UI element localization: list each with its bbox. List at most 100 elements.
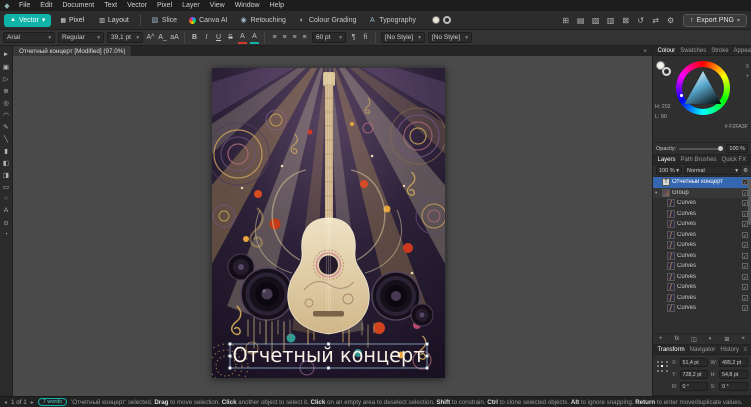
symbols-icon[interactable]: ▧ bbox=[589, 14, 602, 27]
paragraph-icon[interactable]: ¶ bbox=[349, 32, 358, 44]
document-tab[interactable]: Отчетный концерт [Modified] (97.0%) bbox=[13, 46, 132, 56]
blend-options-icon[interactable]: ⚙ bbox=[743, 168, 748, 174]
tab-transform[interactable]: Transform bbox=[655, 345, 687, 355]
export-png-button[interactable]: ↑ Export PNG ▾ bbox=[683, 14, 747, 27]
align-left-icon[interactable]: ≡ bbox=[270, 32, 279, 44]
menu-item-pixel[interactable]: Pixel bbox=[152, 0, 177, 11]
artboard-tool[interactable]: ▣ bbox=[1, 62, 12, 71]
transform-value-x[interactable]: 51,4 pt bbox=[680, 358, 709, 367]
transform-value-y[interactable]: 728,2 pt bbox=[680, 370, 709, 379]
menu-item-vector[interactable]: Vector bbox=[122, 0, 152, 11]
opacity-value[interactable]: 100 % bbox=[726, 144, 748, 153]
menu-item-file[interactable]: File bbox=[14, 0, 35, 11]
tab-layers[interactable]: Layers bbox=[655, 155, 678, 165]
layer-row-curves[interactable]: ʃCurves✓ bbox=[653, 240, 751, 251]
pen-tool[interactable]: ✎ bbox=[1, 122, 12, 131]
vector-brush-tool[interactable]: ▮ bbox=[1, 146, 12, 155]
tab-swatches[interactable]: Swatches bbox=[678, 46, 709, 56]
layout-persona-button[interactable]: ▥ Layout bbox=[93, 14, 135, 27]
ligatures-button[interactable]: fi bbox=[361, 32, 370, 44]
group-layers-icon[interactable]: ⊞ bbox=[724, 336, 729, 343]
tab-navigator[interactable]: Navigator bbox=[687, 345, 718, 355]
layer-row-отчетный-концерт[interactable]: TОтчетный концерт✓ bbox=[653, 177, 751, 188]
opacity-slider[interactable] bbox=[679, 148, 723, 150]
layer-row-group[interactable]: ▾Group✓ bbox=[653, 188, 751, 199]
layer-row-curves[interactable]: ʃCurves✓ bbox=[653, 230, 751, 241]
highlight-colour-button[interactable]: A bbox=[250, 32, 259, 44]
layer-row-curves[interactable]: ʃCurves✓ bbox=[653, 272, 751, 283]
layer-opacity-select[interactable]: 100 % ▾ bbox=[656, 166, 682, 175]
bold-button[interactable]: B bbox=[190, 32, 199, 44]
colour-picker-tool[interactable]: ⊙ bbox=[1, 218, 12, 227]
vector-persona-button[interactable]: ▲ Vector ▾ bbox=[4, 14, 51, 27]
transparency-tool[interactable]: ◨ bbox=[1, 170, 12, 179]
corner-tool[interactable]: ◠ bbox=[1, 110, 12, 119]
stroke-swatch-icon[interactable] bbox=[443, 16, 451, 24]
italic-button[interactable]: I bbox=[202, 32, 211, 44]
next-page-icon[interactable]: ▸ bbox=[31, 399, 34, 406]
canva-ai-button[interactable]: Canva AI bbox=[184, 14, 232, 27]
fill-tool[interactable]: ◧ bbox=[1, 158, 12, 167]
layer-visibility-checkbox[interactable]: ✓ bbox=[742, 263, 748, 269]
transform-value-w[interactable]: 495,2 pt bbox=[719, 358, 748, 367]
zoom-tool[interactable]: ◔ bbox=[1, 230, 12, 239]
delete-layer-icon[interactable]: × bbox=[741, 336, 745, 342]
layer-visibility-checkbox[interactable]: ✓ bbox=[742, 305, 748, 311]
previous-page-icon[interactable]: ◂ bbox=[4, 399, 7, 406]
font-style-select[interactable]: Regular ▾ bbox=[58, 32, 104, 43]
text-tool[interactable]: A bbox=[1, 206, 12, 215]
fill-stroke-selector[interactable] bbox=[656, 61, 671, 76]
layer-visibility-checkbox[interactable]: ✓ bbox=[742, 274, 748, 280]
poster-title[interactable]: Отчетный концерт bbox=[233, 343, 425, 367]
menu-item-edit[interactable]: Edit bbox=[35, 0, 57, 11]
canvas-area[interactable]: Отчетный концерт bbox=[13, 56, 652, 396]
hex-readout[interactable]: # F2FA3F bbox=[725, 124, 748, 130]
fill-swatch-icon[interactable] bbox=[432, 16, 440, 24]
layer-row-curves[interactable]: ʃCurves✓ bbox=[653, 261, 751, 272]
layer-row-curves[interactable]: ʃCurves✓ bbox=[653, 251, 751, 262]
menu-item-view[interactable]: View bbox=[205, 0, 230, 11]
point-transform-tool[interactable]: ⊕ bbox=[1, 86, 12, 95]
menu-item-text[interactable]: Text bbox=[99, 0, 122, 11]
layer-row-curves[interactable]: ʃCurves✓ bbox=[653, 219, 751, 230]
menu-item-window[interactable]: Window bbox=[230, 0, 265, 11]
contour-tool[interactable]: ◎ bbox=[1, 98, 12, 107]
transform-value-h[interactable]: 54,8 pt bbox=[719, 370, 748, 379]
underline-button[interactable]: U bbox=[214, 32, 223, 44]
layer-row-curves[interactable]: ʃCurves✓ bbox=[653, 209, 751, 220]
strikethrough-button[interactable]: S bbox=[226, 32, 235, 44]
layer-row-curves[interactable]: ʃCurves✓ bbox=[653, 303, 751, 314]
panel-menu-icon[interactable]: ≡ bbox=[741, 347, 749, 353]
assets-icon[interactable]: ▤ bbox=[574, 14, 587, 27]
align-right-icon[interactable]: ≡ bbox=[290, 32, 299, 44]
typography-button[interactable]: ATypography bbox=[363, 14, 421, 27]
fill-colour-icon[interactable] bbox=[656, 61, 665, 70]
tab-appearance[interactable]: Appearance bbox=[731, 46, 751, 56]
colour-sliders-icon[interactable]: ≡ bbox=[745, 64, 749, 70]
menu-item-layer[interactable]: Layer bbox=[177, 0, 205, 11]
close-icon[interactable]: × bbox=[638, 48, 652, 55]
transform-value-r[interactable]: 0 ° bbox=[680, 382, 709, 391]
font-size-input[interactable]: 39,1 pt ▾ bbox=[107, 32, 143, 43]
colour-add-icon[interactable]: + bbox=[745, 74, 749, 80]
layer-visibility-checkbox[interactable]: ✓ bbox=[742, 295, 748, 301]
tab-history[interactable]: History bbox=[718, 345, 742, 355]
layer-visibility-checkbox[interactable]: ✓ bbox=[742, 284, 748, 290]
retouching-button[interactable]: ◉Retouching bbox=[235, 14, 291, 27]
layer-visibility-checkbox[interactable]: ✓ bbox=[742, 232, 748, 238]
character-style-select[interactable]: [No Style] ▾ bbox=[428, 32, 472, 43]
guides-icon[interactable]: ▥ bbox=[604, 14, 617, 27]
word-count-badge[interactable]: 7 words bbox=[38, 398, 67, 406]
menu-item-document[interactable]: Document bbox=[57, 0, 99, 11]
chevron-expanded-icon[interactable]: ▾ bbox=[655, 190, 660, 196]
leading-input[interactable]: 60 pt ▾ bbox=[312, 32, 346, 43]
snapping-icon[interactable]: ⊠ bbox=[619, 14, 632, 27]
rectangle-tool[interactable]: ▭ bbox=[1, 182, 12, 191]
move-tool[interactable]: ► bbox=[1, 50, 12, 59]
node-tool[interactable]: ▷ bbox=[1, 74, 12, 83]
layer-row-curves[interactable]: ʃCurves✓ bbox=[653, 293, 751, 304]
colour-grading-button[interactable]: ◐Colour Grading bbox=[293, 14, 361, 27]
tab-quick-fx[interactable]: Quick FX bbox=[719, 155, 749, 165]
text-colour-button[interactable]: A bbox=[238, 32, 247, 44]
ellipse-tool[interactable]: ○ bbox=[1, 194, 12, 203]
